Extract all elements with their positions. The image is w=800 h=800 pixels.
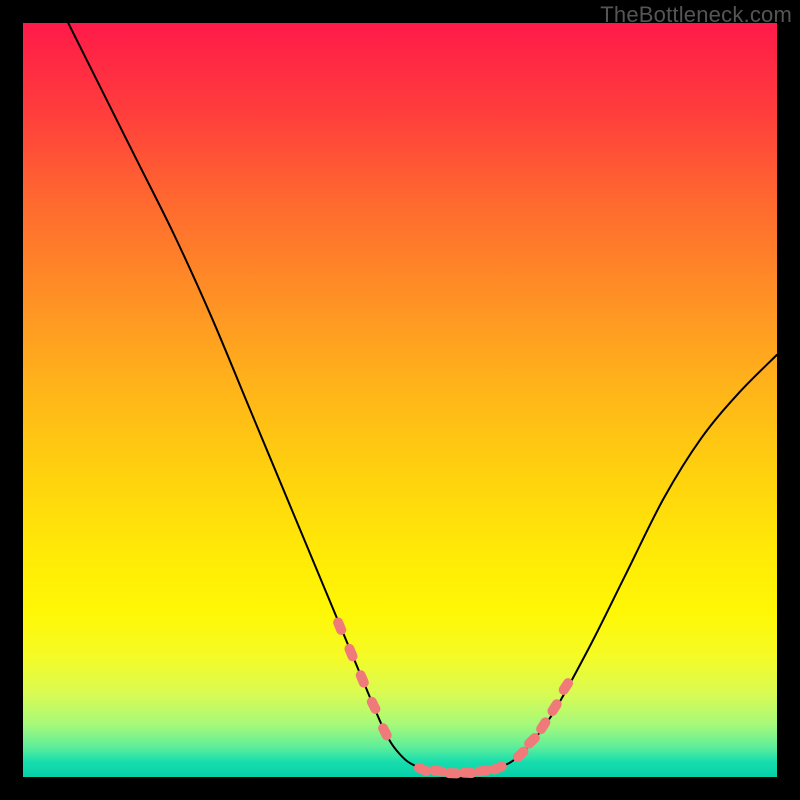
- plot-area: [23, 23, 777, 777]
- bottleneck-curve: [68, 23, 777, 773]
- marker-point: [354, 669, 370, 689]
- chart-stage: TheBottleneck.com: [0, 0, 800, 800]
- marker-point: [376, 721, 393, 742]
- marker-point: [332, 616, 348, 636]
- marker-point: [343, 642, 359, 662]
- marker-group: [332, 616, 575, 779]
- marker-point: [488, 760, 508, 776]
- chart-svg: [23, 23, 777, 777]
- marker-point: [365, 695, 382, 716]
